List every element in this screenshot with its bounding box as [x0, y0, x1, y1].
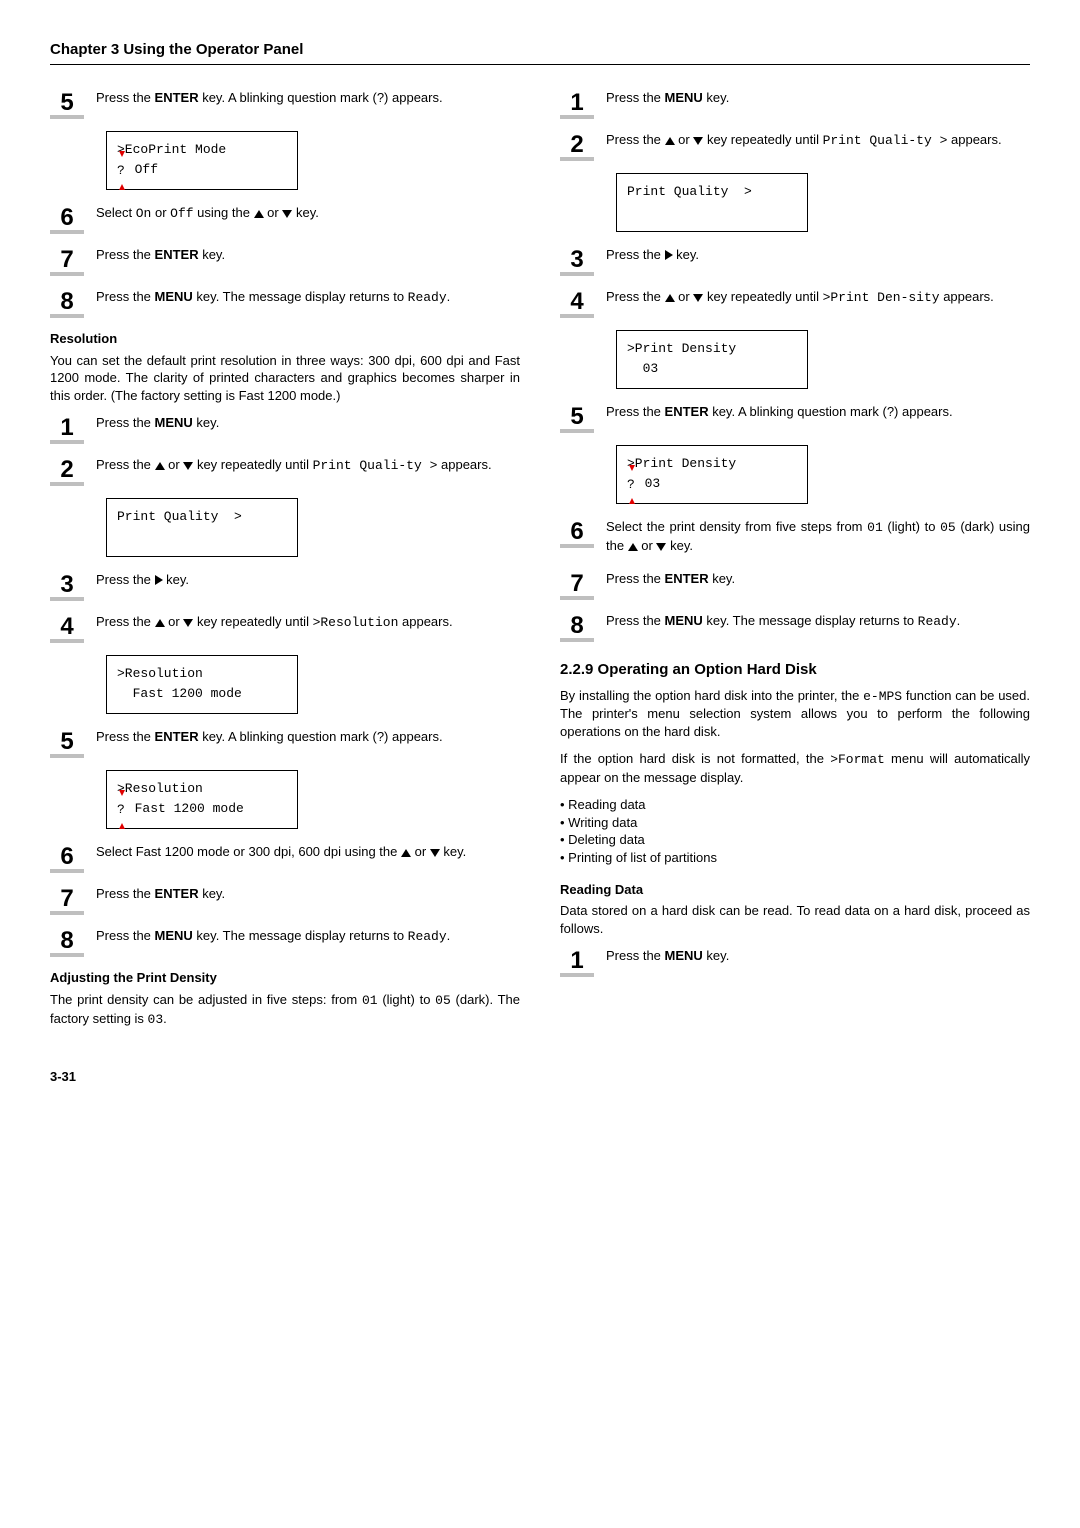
right-column: 1 Press the MENU key. 2 Press the or key…	[560, 79, 1030, 1085]
step-number: 1	[560, 947, 594, 973]
density-heading: Adjusting the Print Density	[50, 969, 520, 987]
step-number: 3	[50, 571, 84, 597]
step-number: 7	[50, 246, 84, 272]
triangle-right-icon	[665, 250, 673, 260]
lcd-resolution-blink: >Resolution ? Fast 1200 mode	[106, 770, 298, 829]
triangle-down-icon	[430, 849, 440, 857]
den-step-6: 6 Select the print density from five ste…	[560, 518, 1030, 554]
hard-disk-para1: By installing the option hard disk into …	[560, 687, 1030, 741]
lcd-print-quality: Print Quality >	[106, 498, 298, 557]
triangle-up-icon	[628, 543, 638, 551]
triangle-down-icon	[282, 210, 292, 218]
density-paragraph: The print density can be adjusted in fiv…	[50, 991, 520, 1028]
lcd-resolution: >Resolution Fast 1200 mode	[106, 655, 298, 714]
step-number: 7	[560, 570, 594, 596]
step-number: 5	[560, 403, 594, 429]
res-step-7: 7 Press the ENTER key.	[50, 885, 520, 911]
res-step-1: 1 Press the MENU key.	[50, 414, 520, 440]
left-column: 5 Press the ENTER key. A blinking questi…	[50, 79, 520, 1085]
list-item: Printing of list of partitions	[560, 849, 1030, 867]
lcd-ecoprint: >EcoPrint Mode ? Off	[106, 131, 298, 190]
res-step-5: 5 Press the ENTER key. A blinking questi…	[50, 728, 520, 754]
den-step-4: 4 Press the or key repeatedly until >Pri…	[560, 288, 1030, 314]
step-number: 2	[50, 456, 84, 482]
den-step-2: 2 Press the or key repeatedly until Prin…	[560, 131, 1030, 157]
den-step-3: 3 Press the key.	[560, 246, 1030, 272]
res-step-4: 4 Press the or key repeatedly until >Res…	[50, 613, 520, 639]
step-7: 7 Press the ENTER key.	[50, 246, 520, 272]
den-step-7: 7 Press the ENTER key.	[560, 570, 1030, 596]
step-number: 6	[50, 204, 84, 230]
list-item: Deleting data	[560, 831, 1030, 849]
read-step-1: 1 Press the MENU key.	[560, 947, 1030, 973]
triangle-up-icon	[665, 294, 675, 302]
hard-disk-title: 2.2.9 Operating an Option Hard Disk	[560, 660, 1030, 680]
step-number: 5	[50, 728, 84, 754]
step-number: 8	[50, 927, 84, 953]
triangle-right-icon	[155, 575, 163, 585]
den-step-5: 5 Press the ENTER key. A blinking questi…	[560, 403, 1030, 429]
den-step-8: 8 Press the MENU key. The message displa…	[560, 612, 1030, 638]
triangle-up-icon	[254, 210, 264, 218]
triangle-down-icon	[656, 543, 666, 551]
lcd-print-quality-r: Print Quality >	[616, 173, 808, 232]
step-number: 8	[560, 612, 594, 638]
list-item: Writing data	[560, 814, 1030, 832]
step-number: 2	[560, 131, 594, 157]
list-item: Reading data	[560, 796, 1030, 814]
step-number: 1	[560, 89, 594, 115]
blink-cursor-icon: ?	[117, 161, 125, 181]
res-step-8: 8 Press the MENU key. The message displa…	[50, 927, 520, 953]
blink-cursor-icon: ?	[627, 475, 635, 495]
step-8: 8 Press the MENU key. The message displa…	[50, 288, 520, 314]
triangle-down-icon	[183, 619, 193, 627]
triangle-up-icon	[155, 619, 165, 627]
lcd-print-density-blink: >Print Density ? 03	[616, 445, 808, 504]
triangle-up-icon	[665, 137, 675, 145]
step-5: 5 Press the ENTER key. A blinking questi…	[50, 89, 520, 115]
chapter-title: Chapter 3 Using the Operator Panel	[50, 40, 1030, 65]
lcd-print-density: >Print Density 03	[616, 330, 808, 389]
hard-disk-para2: If the option hard disk is not formatted…	[560, 750, 1030, 786]
res-step-3: 3 Press the key.	[50, 571, 520, 597]
reading-data-heading: Reading Data	[560, 881, 1030, 899]
step-number: 4	[50, 613, 84, 639]
step-number: 7	[50, 885, 84, 911]
triangle-up-icon	[401, 849, 411, 857]
step-number: 6	[50, 843, 84, 869]
triangle-down-icon	[183, 462, 193, 470]
res-step-6: 6 Select Fast 1200 mode or 300 dpi, 600 …	[50, 843, 520, 869]
res-step-2: 2 Press the or key repeatedly until Prin…	[50, 456, 520, 482]
step-number: 5	[50, 89, 84, 115]
triangle-down-icon	[693, 294, 703, 302]
den-step-1: 1 Press the MENU key.	[560, 89, 1030, 115]
hard-disk-bullets: Reading data Writing data Deleting data …	[560, 796, 1030, 866]
step-number: 3	[560, 246, 594, 272]
triangle-up-icon	[155, 462, 165, 470]
step-number: 1	[50, 414, 84, 440]
reading-data-paragraph: Data stored on a hard disk can be read. …	[560, 902, 1030, 937]
page-number: 3-31	[50, 1068, 520, 1086]
step-number: 6	[560, 518, 594, 544]
step-number: 4	[560, 288, 594, 314]
step-6: 6 Select On or Off using the or key.	[50, 204, 520, 230]
step-number: 8	[50, 288, 84, 314]
triangle-down-icon	[693, 137, 703, 145]
blink-cursor-icon: ?	[117, 800, 125, 820]
resolution-heading: Resolution	[50, 330, 520, 348]
resolution-paragraph: You can set the default print resolution…	[50, 352, 520, 405]
